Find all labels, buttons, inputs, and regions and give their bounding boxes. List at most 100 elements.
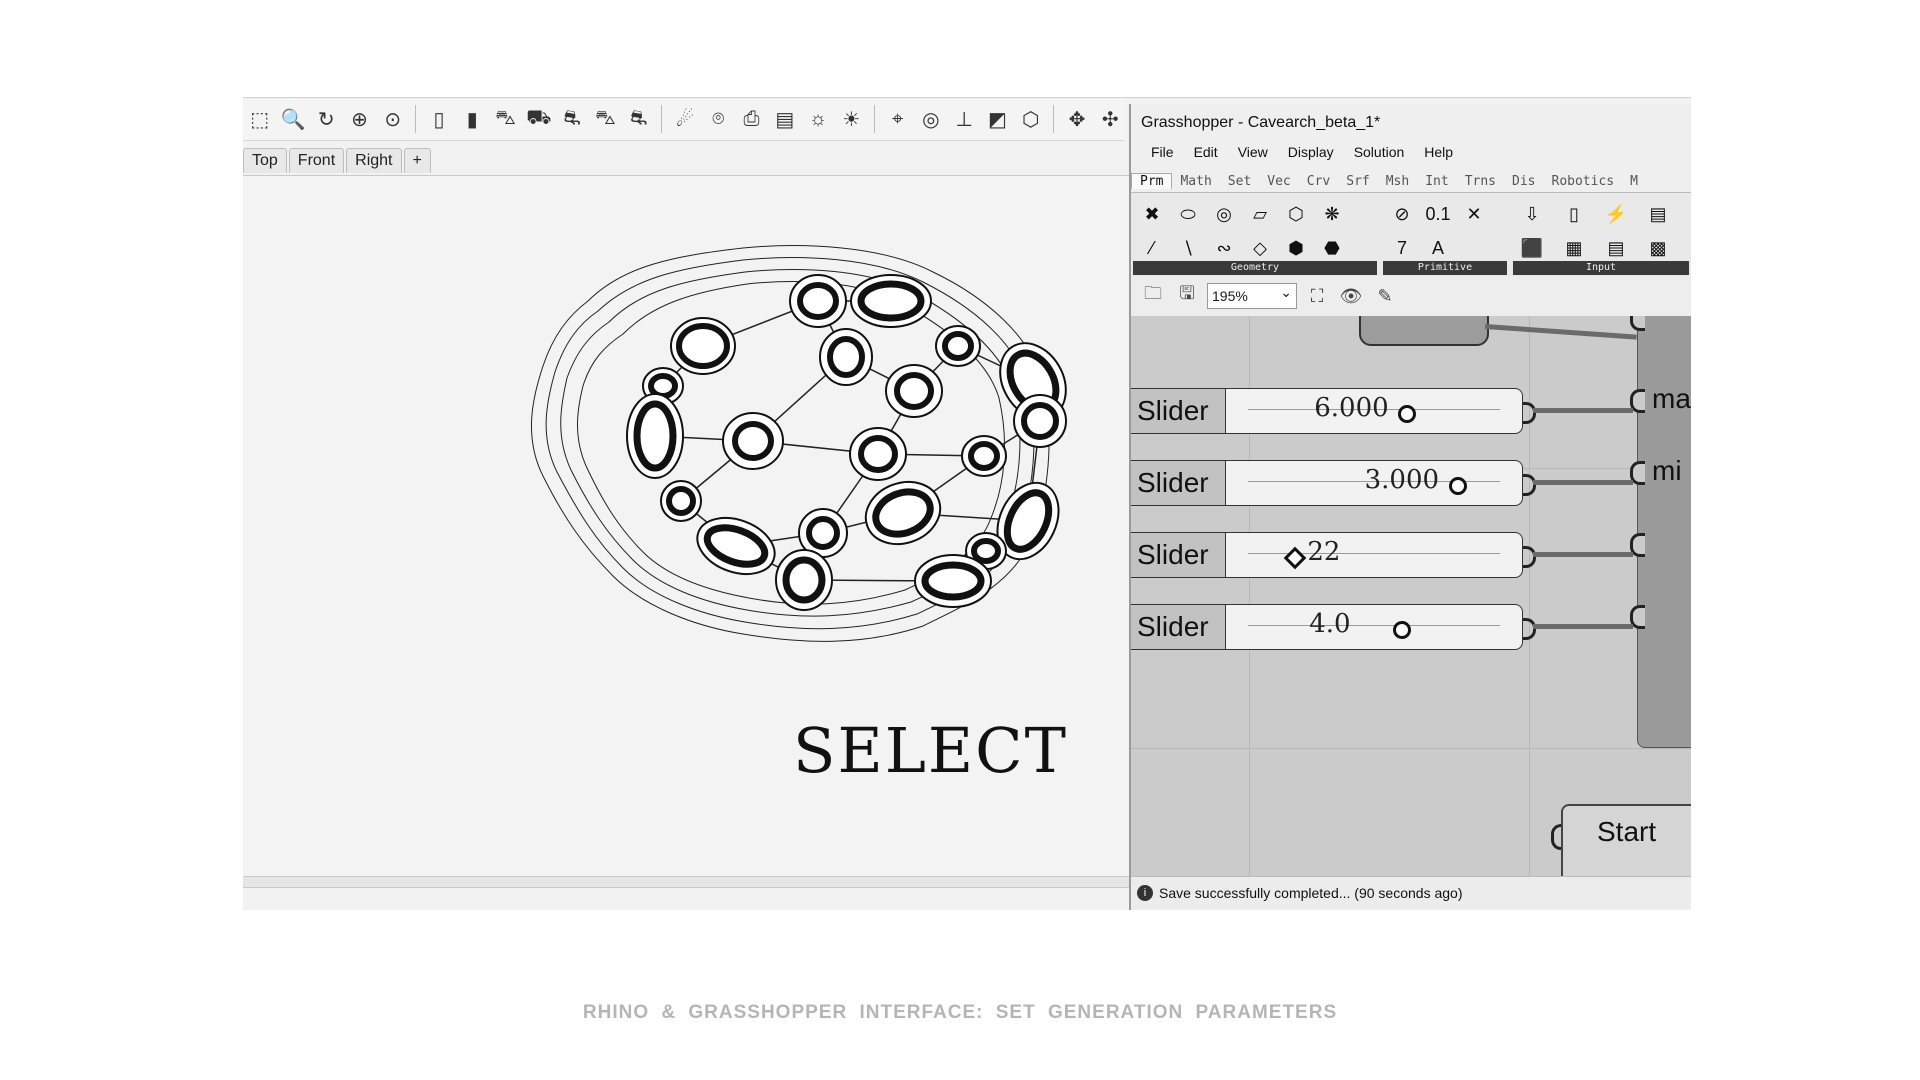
- component-icon[interactable]: ⚡: [1601, 199, 1631, 229]
- menu-view[interactable]: View: [1228, 144, 1278, 160]
- zoom-extents-icon[interactable]: ⊕: [345, 104, 374, 134]
- component-icon[interactable]: ▤: [1601, 233, 1631, 263]
- car-side-icon[interactable]: ⛟: [524, 104, 553, 134]
- tab-int[interactable]: Int: [1417, 174, 1456, 189]
- component-icon[interactable]: ⁄: [1137, 233, 1167, 263]
- component-icon[interactable]: 0.1: [1423, 199, 1453, 229]
- tab-srf[interactable]: Srf: [1338, 174, 1377, 189]
- component-icon[interactable]: ▯: [1559, 199, 1589, 229]
- slider-track[interactable]: 22: [1225, 532, 1523, 578]
- component-icon[interactable]: ◎: [1209, 199, 1239, 229]
- car-front-icon[interactable]: ⛍: [491, 104, 520, 134]
- output-port[interactable]: [1523, 474, 1536, 496]
- component-icon[interactable]: ◇: [1245, 233, 1275, 263]
- add-tab-button[interactable]: +: [403, 148, 431, 173]
- component-icon[interactable]: ✕: [1459, 199, 1489, 229]
- output-port[interactable]: [1523, 546, 1536, 568]
- input-port[interactable]: [1630, 316, 1645, 331]
- sketch-pen-icon[interactable]: ✎: [1371, 282, 1399, 310]
- menu-display[interactable]: Display: [1278, 144, 1344, 160]
- phone-alt-icon[interactable]: ▮: [458, 104, 487, 134]
- component-icon[interactable]: ▦: [1559, 233, 1589, 263]
- number-slider[interactable]: Slider 4.0: [1131, 604, 1536, 650]
- slider-handle[interactable]: [1398, 405, 1417, 423]
- tab-msh[interactable]: Msh: [1378, 174, 1417, 189]
- component-icon[interactable]: ⬢: [1281, 233, 1311, 263]
- tab-robotics[interactable]: Robotics: [1544, 174, 1623, 189]
- component-icon[interactable]: ⊘: [1387, 199, 1417, 229]
- transform-icon[interactable]: ✥: [1062, 104, 1091, 134]
- preview-eye-icon[interactable]: 👁: [1337, 282, 1365, 310]
- menu-edit[interactable]: Edit: [1184, 144, 1228, 160]
- menu-help[interactable]: Help: [1414, 144, 1463, 160]
- upstream-component[interactable]: [1359, 316, 1489, 346]
- tab-right[interactable]: Right: [346, 148, 402, 173]
- menu-file[interactable]: File: [1141, 144, 1184, 160]
- component-icon[interactable]: ✖: [1137, 199, 1167, 229]
- menu-solution[interactable]: Solution: [1344, 144, 1415, 160]
- tab-vec[interactable]: Vec: [1259, 174, 1298, 189]
- transform-2-icon[interactable]: ✣: [1096, 104, 1125, 134]
- light-2-icon[interactable]: ☀: [837, 104, 866, 134]
- component-icon[interactable]: ∖: [1173, 233, 1203, 263]
- component-icon[interactable]: ▤: [1643, 199, 1673, 229]
- tab-front[interactable]: Front: [288, 148, 345, 173]
- tab-top[interactable]: Top: [243, 148, 287, 173]
- component-icon[interactable]: ⬡: [1281, 199, 1311, 229]
- number-slider[interactable]: Slider 3.000: [1131, 460, 1536, 506]
- tab-more[interactable]: M: [1622, 174, 1646, 189]
- zoom-icon[interactable]: 🔍: [278, 104, 307, 134]
- car-sedan-icon[interactable]: ⛐: [558, 104, 587, 134]
- zoom-1to1-icon[interactable]: ⊙: [378, 104, 407, 134]
- tab-crv[interactable]: Crv: [1299, 174, 1338, 189]
- zoom-select[interactable]: 195%: [1207, 280, 1297, 309]
- phone-icon[interactable]: ▯: [424, 104, 453, 134]
- render-icon[interactable]: ☄: [670, 104, 699, 134]
- slider-track[interactable]: 4.0: [1225, 604, 1523, 650]
- grasshopper-canvas[interactable]: ma mi Slider 6.000 Slider 3.000 Slider 22 Slid…: [1131, 316, 1691, 876]
- target-component[interactable]: ma mi: [1630, 316, 1691, 748]
- tab-trns[interactable]: Trns: [1457, 174, 1504, 189]
- viewport-scrollbar[interactable]: [243, 876, 1129, 888]
- material-icon[interactable]: ◩: [983, 104, 1012, 134]
- number-slider[interactable]: Slider 22: [1131, 532, 1536, 578]
- box-3d-icon[interactable]: ⬡: [1016, 104, 1045, 134]
- target-icon[interactable]: ⌖: [883, 104, 912, 134]
- open-file-icon[interactable]: 🗀: [1139, 282, 1167, 310]
- component-icon[interactable]: ▱: [1245, 199, 1275, 229]
- print-icon[interactable]: ⎙: [737, 104, 766, 134]
- component-icon[interactable]: ⇩: [1517, 199, 1547, 229]
- tab-prm[interactable]: Prm: [1131, 173, 1173, 189]
- zoom-extents-icon[interactable]: ⛶: [1303, 282, 1331, 310]
- light-icon[interactable]: ☼: [803, 104, 832, 134]
- snap-icon[interactable]: ◎: [916, 104, 945, 134]
- component-icon[interactable]: ❋: [1317, 199, 1347, 229]
- rhino-viewport[interactable]: SELECT: [243, 175, 1129, 876]
- gumball-icon[interactable]: ⊥: [950, 104, 979, 134]
- component-icon[interactable]: 7: [1387, 233, 1417, 263]
- rotate-view-icon[interactable]: ↻: [312, 104, 341, 134]
- component-icon[interactable]: ▩: [1643, 233, 1673, 263]
- component-icon[interactable]: ∾: [1209, 233, 1239, 263]
- component-icon[interactable]: ⬣: [1317, 233, 1347, 263]
- car-back-icon[interactable]: ⛍: [591, 104, 620, 134]
- slider-handle[interactable]: [1448, 477, 1467, 495]
- save-file-icon[interactable]: 🖫: [1173, 282, 1201, 310]
- output-port[interactable]: [1523, 618, 1536, 640]
- layout-icon[interactable]: ▤: [770, 104, 799, 134]
- slider-handle[interactable]: [1393, 621, 1412, 639]
- tab-set[interactable]: Set: [1220, 174, 1259, 189]
- component-icon[interactable]: ⬭: [1173, 199, 1203, 229]
- car-render-icon[interactable]: ⛐: [624, 104, 653, 134]
- output-port[interactable]: [1523, 402, 1536, 424]
- number-slider[interactable]: Slider 6.000: [1131, 388, 1536, 434]
- component-icon[interactable]: A: [1423, 233, 1453, 263]
- slider-track[interactable]: 6.000: [1225, 388, 1523, 434]
- tab-math[interactable]: Math: [1172, 174, 1219, 189]
- slider-track[interactable]: 3.000: [1225, 460, 1523, 506]
- start-component[interactable]: Start: [1561, 804, 1691, 876]
- component-icon[interactable]: ⬛: [1517, 233, 1547, 263]
- select-window-icon[interactable]: ⬚: [245, 104, 274, 134]
- camera-icon[interactable]: ⌾: [704, 104, 733, 134]
- tab-dis[interactable]: Dis: [1504, 174, 1543, 189]
